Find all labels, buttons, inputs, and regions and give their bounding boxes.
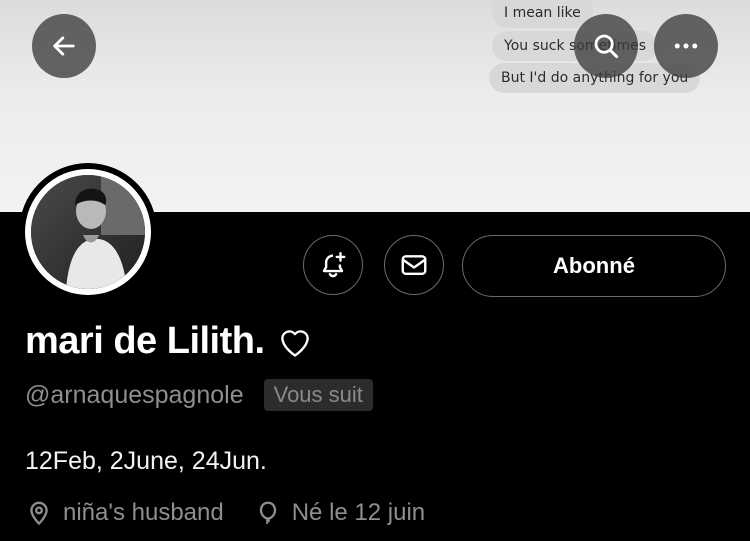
profile-meta: niña's husband Né le 12 juin bbox=[25, 499, 425, 527]
follows-you-badge: Vous suit bbox=[263, 379, 373, 411]
profile-bio: 12Feb, 2June, 24Jun. bbox=[25, 447, 267, 475]
message-button[interactable] bbox=[384, 235, 444, 295]
mail-icon bbox=[401, 255, 427, 275]
search-button[interactable] bbox=[574, 14, 638, 78]
avatar[interactable] bbox=[19, 163, 157, 301]
display-name: mari de Lilith. bbox=[25, 320, 315, 363]
user-handle: @arnaquespagnole bbox=[25, 380, 244, 409]
avatar-photo bbox=[31, 175, 145, 289]
display-name-text: mari de Lilith. bbox=[25, 320, 265, 362]
handle-row: @arnaquespagnole Vous suit bbox=[25, 379, 373, 411]
location-pin-icon bbox=[30, 501, 48, 526]
following-button[interactable]: Abonné bbox=[462, 235, 726, 297]
white-heart-icon bbox=[280, 329, 309, 357]
arrow-left-icon bbox=[53, 36, 75, 56]
banner-message: I mean like bbox=[492, 0, 593, 28]
location-item: niña's husband bbox=[25, 499, 224, 527]
balloon-icon bbox=[259, 501, 276, 525]
location-text: niña's husband bbox=[63, 499, 224, 526]
birthday-text: Né le 12 juin bbox=[291, 499, 426, 526]
more-horizontal-icon bbox=[674, 43, 698, 49]
notifications-button[interactable] bbox=[303, 235, 363, 295]
more-button[interactable] bbox=[654, 14, 718, 78]
bell-plus-icon bbox=[322, 251, 346, 278]
search-icon bbox=[594, 34, 619, 59]
back-button[interactable] bbox=[32, 14, 96, 78]
birthday-item: Né le 12 juin bbox=[254, 499, 425, 527]
